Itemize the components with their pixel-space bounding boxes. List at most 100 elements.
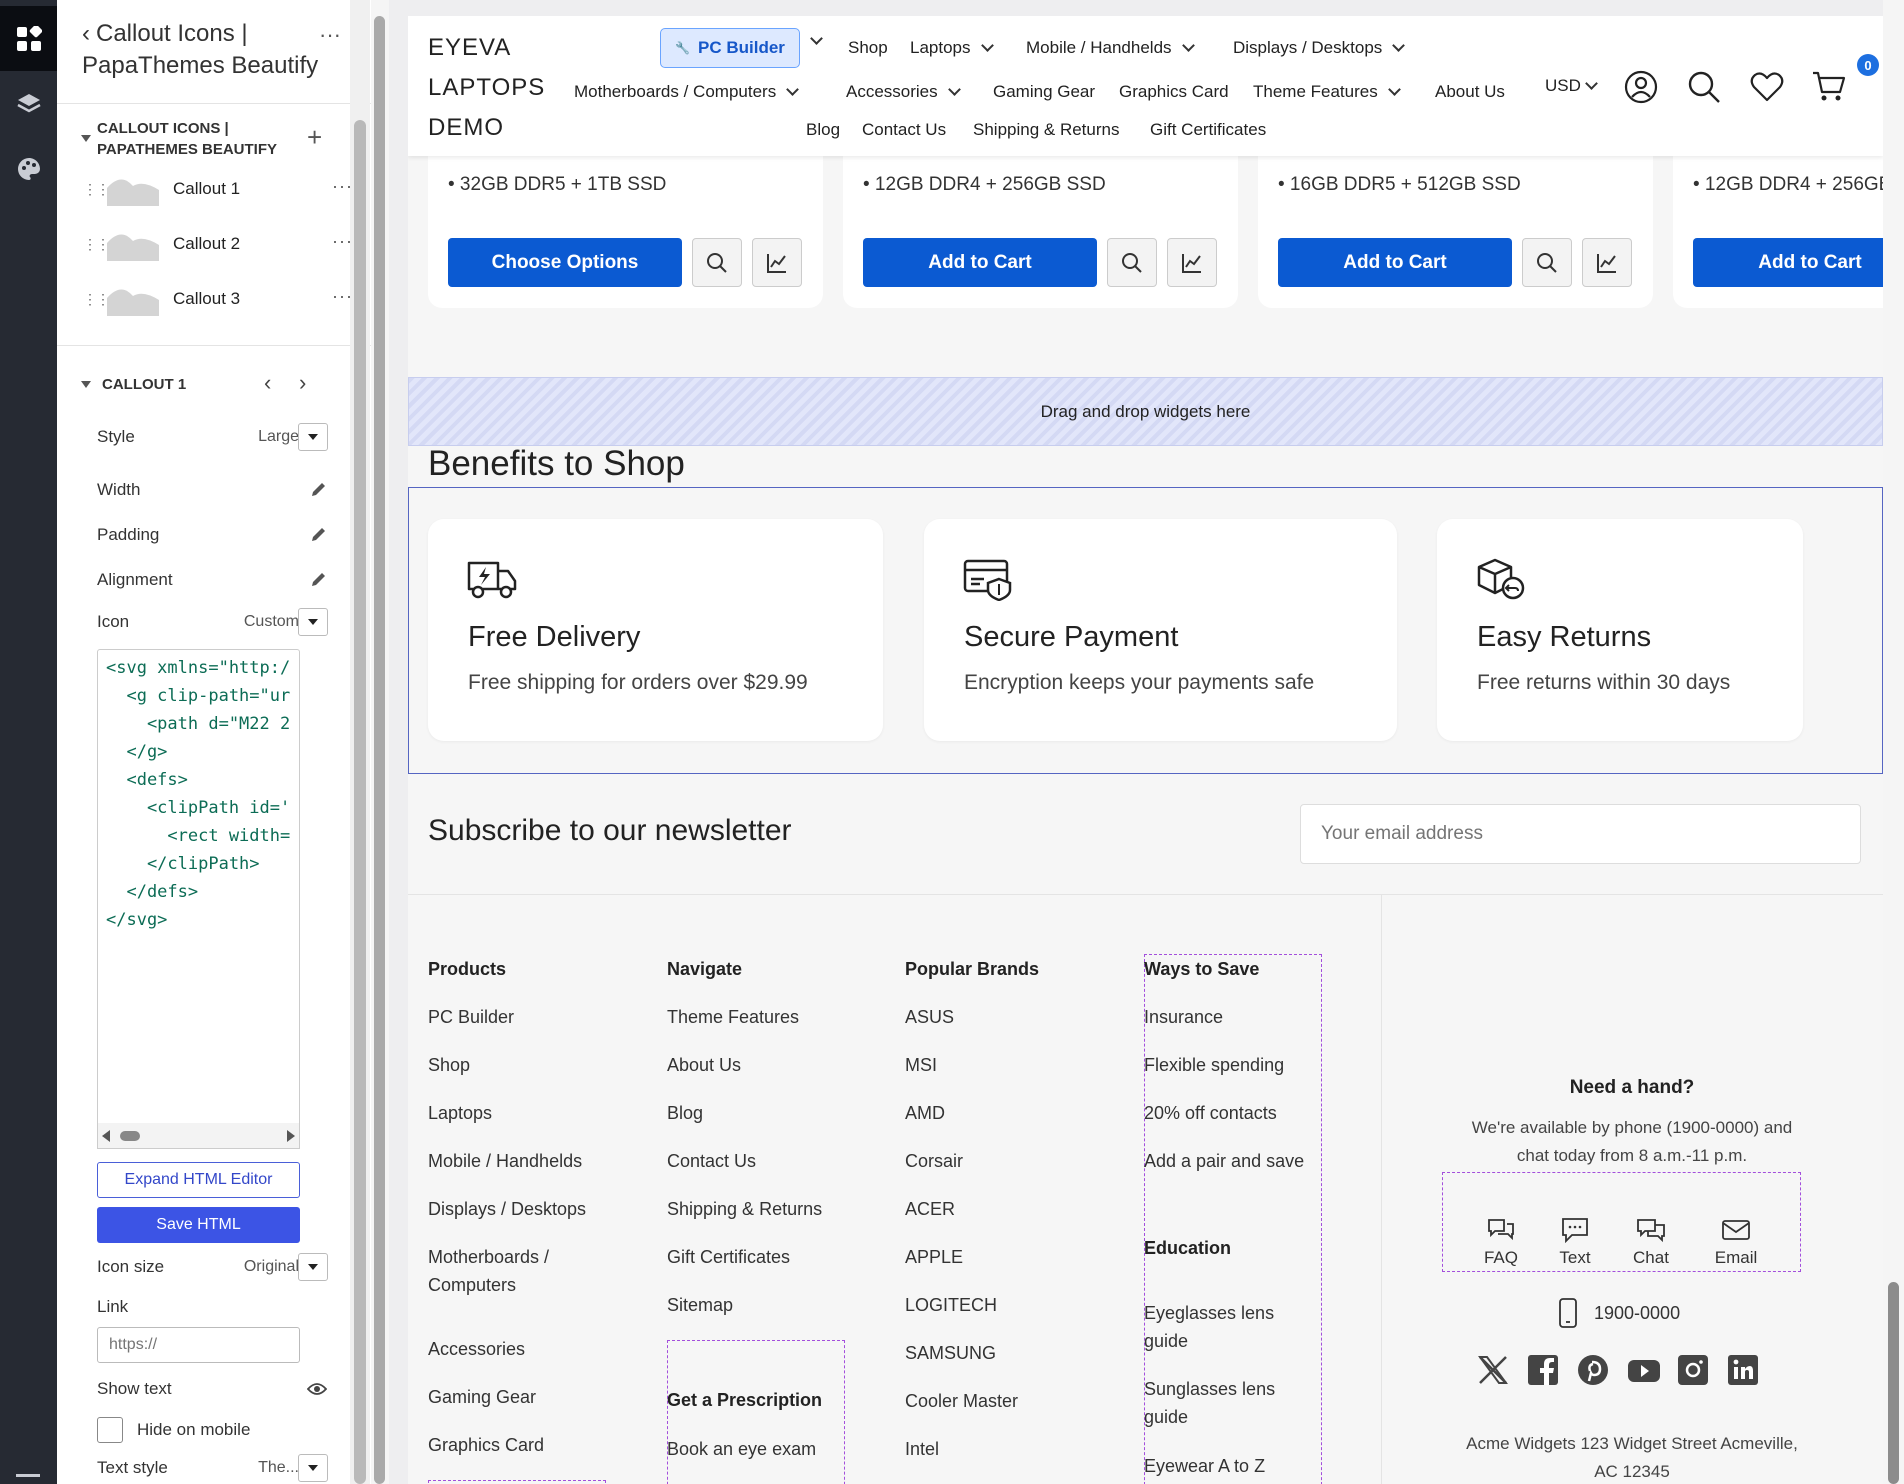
nav-accessories[interactable]: Accessories (846, 82, 961, 102)
instagram-icon[interactable] (1677, 1354, 1709, 1386)
footer-link[interactable]: Book an eye exam (667, 1439, 816, 1460)
footer-link[interactable]: Cooler Master (905, 1391, 1018, 1412)
footer-link[interactable]: Laptops (428, 1103, 492, 1124)
back-icon[interactable]: ‹ (82, 18, 90, 50)
scroll-thumb[interactable] (354, 120, 366, 1484)
compare-button[interactable] (1582, 238, 1632, 287)
html-code-editor[interactable]: <svg xmlns="http:/ <g clip-path="ur <pat… (97, 649, 300, 1149)
footer-link[interactable]: Shop (428, 1055, 470, 1076)
nav-motherboards[interactable]: Motherboards / Computers (574, 82, 800, 102)
text-style-dropdown[interactable] (298, 1454, 328, 1482)
drag-handle-icon[interactable]: ⋮⋮ (83, 182, 110, 196)
prescription-widget[interactable] (667, 1340, 845, 1484)
compare-button[interactable] (1167, 238, 1217, 287)
eye-icon[interactable] (307, 1382, 327, 1396)
layers-rail-button[interactable] (12, 87, 45, 120)
compare-button[interactable] (752, 238, 802, 287)
footer-link[interactable]: Eyewear A to Z (1144, 1456, 1265, 1477)
nav-gaming-gear[interactable]: Gaming Gear (993, 82, 1095, 102)
style-dropdown[interactable] (298, 423, 328, 451)
nav-gift-certificates[interactable]: Gift Certificates (1150, 120, 1266, 140)
quick-view-button[interactable] (1107, 238, 1157, 287)
footer-link[interactable]: PC Builder (428, 1007, 514, 1028)
scroll-thumb[interactable] (1888, 1282, 1899, 1484)
add-to-cart-button[interactable]: Add to Cart (863, 238, 1097, 287)
footer-link[interactable]: Theme Features (667, 1007, 799, 1028)
footer-link[interactable]: Mobile / Handhelds (428, 1151, 582, 1172)
footer-link[interactable]: guide (1144, 1331, 1188, 1352)
nav-displays[interactable]: Displays / Desktops (1233, 38, 1406, 58)
faq-contact[interactable]: FAQ (1471, 1217, 1531, 1268)
pc-builder-button[interactable]: 🔧 PC Builder (660, 28, 800, 68)
menu-icon[interactable] (16, 1474, 40, 1477)
footer-link[interactable]: Gaming Gear (428, 1387, 536, 1408)
linkedin-icon[interactable] (1727, 1354, 1759, 1386)
next-item-icon[interactable]: › (299, 370, 306, 396)
previous-item-icon[interactable]: ‹ (264, 370, 271, 396)
footer-link[interactable]: About Us (667, 1055, 741, 1076)
footer-link[interactable]: 20% off contacts (1144, 1103, 1277, 1124)
collapse-section-icon[interactable] (81, 135, 91, 142)
widget-dropzone[interactable]: Drag and drop widgets here (408, 377, 1883, 446)
list-item[interactable]: ⋮⋮ Callout 2 ··· (83, 219, 371, 269)
drag-handle-icon[interactable]: ⋮⋮ (83, 292, 110, 306)
phone-contact[interactable]: 1900-0000 (1558, 1298, 1680, 1328)
scroll-thumb[interactable] (374, 16, 385, 1484)
edit-pencil-icon[interactable] (309, 481, 327, 499)
edit-pencil-icon[interactable] (309, 571, 327, 589)
theme-styles-rail-button[interactable] (12, 152, 45, 185)
footer-link[interactable]: Displays / Desktops (428, 1199, 586, 1220)
list-item[interactable]: ⋮⋮ Callout 1 ··· (83, 164, 371, 214)
footer-link[interactable]: MSI (905, 1055, 937, 1076)
footer-link[interactable]: SAMSUNG (905, 1343, 996, 1364)
collapse-detail-icon[interactable] (81, 381, 91, 388)
footer-link[interactable]: Intel (905, 1439, 939, 1460)
footer-link[interactable]: APPLE (905, 1247, 963, 1268)
nav-graphics-card[interactable]: Graphics Card (1119, 82, 1229, 102)
store-logo[interactable]: EYEVA LAPTOPS DEMO (428, 28, 578, 148)
pinterest-icon[interactable] (1577, 1354, 1609, 1386)
cart-icon[interactable] (1812, 71, 1846, 103)
add-to-cart-button[interactable]: Add to Cart (1693, 238, 1883, 287)
footer-link[interactable]: ASUS (905, 1007, 954, 1028)
footer-link[interactable]: Flexible spending (1144, 1055, 1284, 1076)
drag-handle-icon[interactable]: ⋮⋮ (83, 237, 110, 251)
footer-link[interactable]: Sunglasses lens (1144, 1379, 1275, 1400)
code-horizontal-scrollbar[interactable] (97, 1123, 300, 1149)
footer-link[interactable]: LOGITECH (905, 1295, 997, 1316)
widget-placeholder[interactable] (428, 1480, 606, 1484)
scroll-left-icon[interactable] (102, 1130, 110, 1142)
sidebar-scrollbar[interactable] (350, 0, 370, 1484)
ways-to-save-widget[interactable] (1144, 954, 1322, 1484)
link-input[interactable] (97, 1327, 300, 1363)
nav-shipping-returns[interactable]: Shipping & Returns (973, 120, 1119, 140)
nav-about-us[interactable]: About Us (1435, 82, 1505, 102)
edit-pencil-icon[interactable] (309, 526, 327, 544)
choose-options-button[interactable]: Choose Options (448, 238, 682, 287)
list-item[interactable]: ⋮⋮ Callout 3 ··· (83, 274, 371, 324)
newsletter-email-input[interactable] (1300, 804, 1861, 864)
pc-builder-dropdown[interactable] (810, 32, 823, 45)
nav-blog[interactable]: Blog (806, 120, 840, 140)
footer-link[interactable]: Computers (428, 1275, 516, 1296)
nav-contact-us[interactable]: Contact Us (862, 120, 946, 140)
footer-link[interactable]: Corsair (905, 1151, 963, 1172)
facebook-icon[interactable] (1527, 1354, 1559, 1386)
add-to-cart-button[interactable]: Add to Cart (1278, 238, 1512, 287)
footer-link[interactable]: Blog (667, 1103, 703, 1124)
footer-link[interactable]: Shipping & Returns (667, 1199, 822, 1220)
email-contact[interactable]: Email (1706, 1217, 1766, 1268)
add-item-icon[interactable]: + (307, 124, 322, 150)
nav-shop[interactable]: Shop (848, 38, 888, 58)
canvas-left-scrollbar[interactable] (371, 0, 389, 1484)
quick-view-button[interactable] (1522, 238, 1572, 287)
text-contact[interactable]: Text (1545, 1217, 1605, 1268)
footer-link[interactable]: Sitemap (667, 1295, 733, 1316)
nav-theme-features[interactable]: Theme Features (1253, 82, 1401, 102)
account-icon[interactable] (1624, 70, 1658, 104)
more-options-icon[interactable]: ··· (319, 22, 341, 48)
widgets-rail-button[interactable] (0, 6, 57, 71)
icon-dropdown[interactable] (298, 608, 328, 636)
footer-link[interactable]: Insurance (1144, 1007, 1223, 1028)
scroll-thumb[interactable] (120, 1131, 140, 1141)
